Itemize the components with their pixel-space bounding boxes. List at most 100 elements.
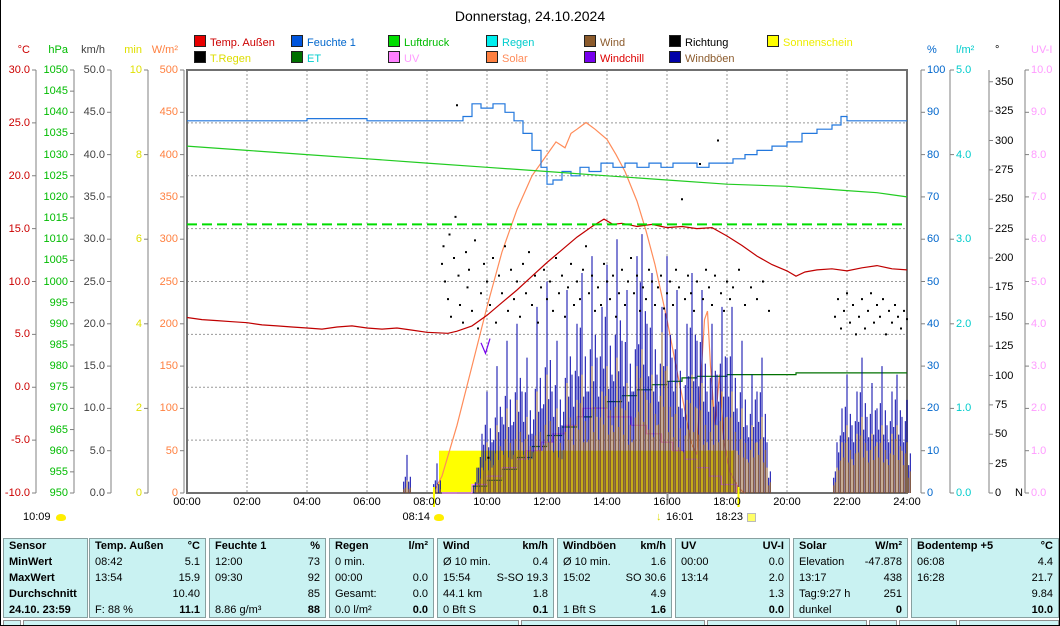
axis-tick-label: 200 [995, 252, 1014, 264]
x-axis-label: 06:00 [353, 496, 381, 508]
table-cell-value: 10.0 [1031, 604, 1053, 616]
table-cell-label: F: 88 % [95, 604, 133, 616]
axis-header-pressure: hPa [48, 44, 68, 56]
axis-tick-label: 980 [49, 360, 68, 373]
table-column-unit: km/h [522, 540, 548, 552]
table-cell-value: SO 30.6 [625, 572, 666, 584]
x-axis-label: 18:00 [713, 496, 741, 508]
x-axis-label: 10:00 [473, 496, 501, 508]
table-column-name: Bodentemp +5 [917, 540, 994, 552]
table-cell-value: 2.0 [768, 572, 784, 584]
table-cell-label: 08:42 [95, 556, 123, 568]
axis-tick-label: 0.0 [1031, 487, 1047, 499]
axis-tick-label: 1015 [43, 212, 68, 225]
statusbar-segment [899, 620, 957, 625]
axis-tick-label: 50 [995, 428, 1008, 441]
sunset-icon [747, 513, 756, 522]
axis-tick-label: 4.0 [956, 148, 972, 161]
table-cell-value: 0.4 [532, 556, 548, 568]
table-cell-label: Elevation [799, 556, 845, 568]
axis-tick-label: 175 [995, 281, 1014, 294]
statusbar-segment [707, 620, 867, 625]
axis-tick-label: 0 [135, 487, 142, 499]
x-axis-label: 20:00 [773, 496, 801, 508]
axis-tick-label: 950 [49, 487, 68, 499]
x-axis-label: 02:00 [233, 496, 261, 508]
table-column-regen: Regen l/m² 0 min. 00:00 0.0 Gesamt: 0.0 0.0 l/m… [329, 538, 434, 618]
axis-tick-label: 150 [159, 360, 178, 373]
axis-tick-label: 8.0 [1031, 148, 1047, 161]
axis-tick-label: 0.0 [14, 381, 30, 394]
axis-tick-label: 5.0 [14, 328, 30, 341]
axis-tick-label: 10.0 [1031, 64, 1053, 76]
x-axis-label: 12:00 [533, 496, 561, 508]
axis-tick-label: 200 [159, 317, 178, 330]
axis-extra-label: N [1015, 487, 1023, 499]
axis-tick-label: 20.0 [8, 169, 30, 182]
axis-header-solar: W/m² [151, 44, 178, 56]
table-column-unit: °C [187, 540, 200, 552]
table-cell-value: 73 [307, 556, 320, 568]
table-cell-value: 0.0 [412, 572, 428, 584]
table-cell-value: 10.40 [172, 588, 200, 600]
table-column-name: Feuchte 1 [215, 540, 267, 552]
axis-tick-label: 30.0 [83, 233, 105, 246]
axis-tick-label: -10.0 [4, 487, 30, 499]
axis-tick-label: 985 [49, 338, 68, 351]
axis-tick-label: 250 [995, 193, 1014, 206]
table-cell-value: 4.4 [1037, 556, 1053, 568]
axis-tick-label: 5.0 [956, 64, 972, 76]
table-column-unit: W/m² [875, 540, 902, 552]
table-cell-label: dunkel [799, 604, 832, 616]
axis-tick-label: 6 [135, 233, 142, 246]
axis-tick-label: 965 [49, 423, 68, 436]
table-cell-label: 15:02 [563, 572, 591, 584]
table-column-unit: l/m² [408, 540, 428, 552]
axis-header-uv: UV-I [1031, 44, 1053, 56]
table-cell-value: 5.1 [184, 556, 200, 568]
table-cell-label: 1 Bft S [563, 604, 597, 616]
axis-tick-label: 90 [927, 106, 940, 119]
sunset-time-label: 18:23 [715, 511, 743, 523]
axis-tick-label: 10 [927, 444, 940, 457]
table-cell-value: 0.0 [768, 604, 784, 616]
table-cell-value: 1.6 [650, 604, 666, 616]
axis-tick-label: 970 [49, 402, 68, 415]
table-column-name: Wind [443, 540, 470, 552]
table-row-label: MinWert [9, 556, 53, 568]
table-cell-label: 0 min. [335, 556, 365, 568]
axis-tick-label: 30 [927, 360, 940, 373]
axis-tick-label: 955 [49, 465, 68, 478]
x-axis-label: 22:00 [833, 496, 861, 508]
table-column-name: Windböen [563, 540, 617, 552]
weather-plot-svg [32, 69, 1029, 507]
sunrise-sun-wrap [434, 511, 444, 523]
x-axis-label: 00:00 [173, 496, 201, 508]
axis-tick-label: 7.0 [1031, 190, 1047, 203]
axis-tick-label: 1045 [43, 85, 68, 98]
axis-tick-label: 100 [159, 402, 178, 415]
axis-tick-label: 20.0 [83, 317, 105, 330]
axis-tick-label: 15.0 [83, 360, 105, 373]
table-column-feuchte-1: Feuchte 1% 12:00 73 09:30 92 85 8.86 g/m³ 88 [209, 538, 326, 618]
axis-tick-label: 300 [995, 134, 1014, 147]
day-length-label: 10:09 [23, 511, 66, 523]
table-cell-value: 9.84 [1031, 588, 1053, 600]
axis-tick-label: 3.0 [1031, 360, 1047, 373]
statusbar-segment [23, 620, 519, 625]
axis-tick-label: 500 [159, 64, 178, 76]
axis-tick-label: 300 [159, 233, 178, 246]
table-row-label: 24.10. 23:59 [9, 604, 71, 616]
axis-tick-label: 1025 [43, 169, 68, 182]
axis-header-dir: ° [995, 44, 1000, 56]
table-cell-value: 1.8 [532, 588, 548, 600]
axis-tick-label: 225 [995, 222, 1014, 235]
axis-header-temp: °C [17, 44, 30, 56]
axis-tick-label: 40.0 [83, 148, 105, 161]
table-cell-value: 0.0 [768, 556, 784, 568]
x-axis-label: 04:00 [293, 496, 321, 508]
table-cell-label: 12:00 [215, 556, 243, 568]
table-cell-label: 8.86 g/m³ [215, 604, 262, 616]
axis-tick-label: 5.0 [89, 444, 105, 457]
table-cell-value: 21.7 [1031, 572, 1053, 584]
